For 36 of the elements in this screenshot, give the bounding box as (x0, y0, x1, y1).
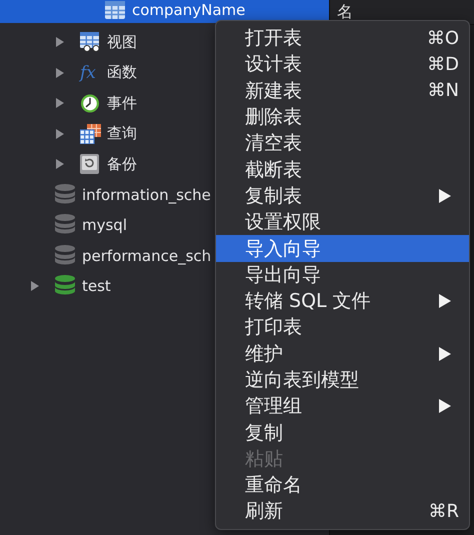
expand-arrow-icon[interactable] (30, 280, 40, 292)
menu-item[interactable]: 转储 SQL 文件 (216, 288, 469, 314)
view-icon (80, 32, 101, 52)
menu-item[interactable]: 设置权限 (216, 209, 469, 236)
menu-item[interactable]: 复制表 (216, 182, 469, 210)
menu-item[interactable]: 重命名 (216, 472, 469, 498)
expand-arrow-icon[interactable] (55, 66, 65, 79)
query-icon (80, 124, 102, 144)
table-icon (105, 1, 125, 19)
expand-arrow-icon[interactable] (55, 128, 65, 140)
shortcut-label: ⌘D (427, 54, 459, 75)
menu-item[interactable]: 设计表 ⌘D (216, 51, 469, 78)
shortcut-label: ⌘R (428, 500, 459, 522)
backup-icon (80, 154, 99, 174)
menu-item[interactable]: 打印表 (216, 314, 469, 341)
clock-icon (80, 93, 100, 114)
function-icon: fx (80, 62, 96, 83)
menu-item[interactable]: 截断表 (216, 156, 469, 183)
expand-arrow-icon[interactable] (55, 158, 65, 170)
menu-item[interactable]: 打开表 ⌘O (216, 25, 469, 52)
menu-item[interactable]: 管理组 (216, 393, 469, 420)
menu-item[interactable]: 维护 (216, 340, 469, 367)
menu-item[interactable]: 清空表 (216, 130, 469, 156)
shortcut-label: ⌘N (428, 80, 459, 102)
expand-arrow-icon[interactable] (55, 97, 65, 110)
menu-item[interactable]: 新建表 ⌘N (216, 78, 469, 104)
menu-item[interactable]: 刷新 ⌘R (216, 498, 469, 525)
tree-item[interactable]: companyName (0, 0, 329, 23)
expand-arrow-icon[interactable] (55, 36, 65, 48)
menu-item[interactable]: 导入向导 (216, 235, 469, 262)
shortcut-label: ⌘O (426, 28, 459, 49)
column-header: 名 (337, 2, 353, 22)
menu-item[interactable]: 逆向表到模型 (216, 366, 469, 394)
menu-item[interactable]: 导出向导 (216, 262, 469, 288)
menu-item[interactable]: 复制 (216, 419, 469, 446)
menu-item[interactable]: 删除表 (216, 104, 469, 130)
